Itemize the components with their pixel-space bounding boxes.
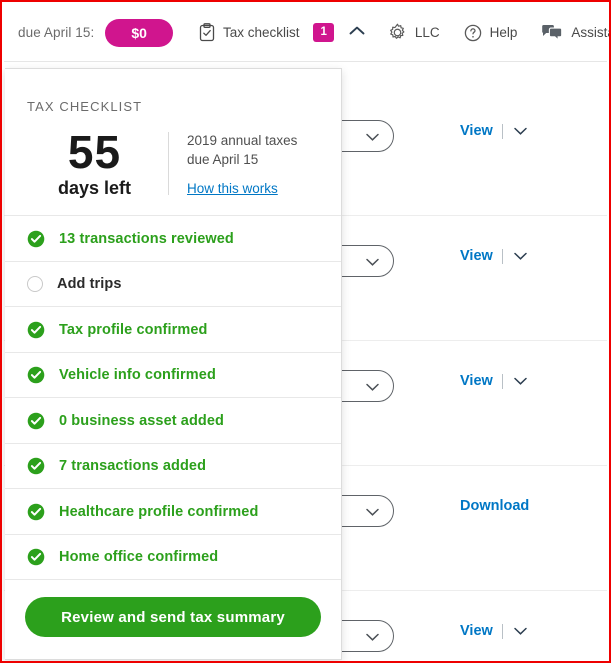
chevron-down-icon[interactable] (512, 124, 529, 138)
chevron-down-icon[interactable] (512, 249, 529, 263)
tax-amount-badge[interactable]: $0 (105, 18, 173, 47)
question-circle-icon (464, 24, 481, 41)
panel-title: TAX CHECKLIST (27, 99, 143, 114)
checklist-toggle-button[interactable] (348, 24, 366, 42)
action-divider (501, 623, 503, 639)
checklist-item-label: Tax profile confirmed (59, 321, 208, 338)
checklist-item-label: 7 transactions added (59, 458, 207, 475)
checklist-item-transactions-reviewed[interactable]: 13 transactions reviewed (5, 216, 341, 262)
top-app-bar: due April 15: $0 Tax checklist 1 LLC Hel… (4, 4, 609, 61)
chevron-up-icon (349, 26, 365, 34)
action-divider (501, 248, 503, 264)
review-and-send-tax-summary-button[interactable]: Review and send tax summary (25, 597, 321, 638)
tax-checklist-button[interactable]: Tax checklist (199, 23, 300, 42)
check-circle-icon (27, 457, 45, 475)
row-action-group: Download (460, 498, 529, 514)
chevron-down-icon[interactable] (512, 374, 529, 388)
gear-icon (389, 23, 405, 39)
checklist-item-home-office[interactable]: Home office confirmed (5, 535, 341, 581)
chevron-down-icon[interactable] (512, 624, 529, 638)
row-action-link[interactable]: Download (460, 498, 529, 514)
checklist-item-add-trips[interactable]: Add trips (5, 262, 341, 308)
help-button[interactable]: Help (464, 24, 518, 42)
checklist-item-tax-profile[interactable]: Tax profile confirmed (5, 307, 341, 353)
due-info-block: 2019 annual taxes due April 15 How this … (169, 131, 297, 196)
row-action-link[interactable]: View (460, 373, 493, 389)
help-label: Help (489, 25, 518, 40)
checklist-items: 13 transactions reviewed Add trips Tax p… (5, 215, 341, 581)
how-this-works-link[interactable]: How this works (187, 181, 297, 196)
chevron-down-icon (366, 383, 379, 391)
check-circle-icon (27, 412, 45, 429)
tax-checklist-panel: TAX CHECKLIST 55 days left 2019 annual t… (5, 68, 342, 660)
assistant-label: Assistant (571, 25, 609, 40)
row-action-group: View (460, 623, 529, 639)
days-left-summary: 55 days left 2019 annual taxes due April… (5, 114, 341, 215)
row-action-group: View (460, 373, 529, 389)
checklist-item-healthcare-profile[interactable]: Healthcare profile confirmed (5, 489, 341, 535)
checklist-item-label: Vehicle info confirmed (59, 367, 216, 384)
days-left-label: days left (57, 178, 132, 199)
clipboard-check-icon (199, 23, 215, 42)
check-circle-icon (27, 230, 45, 247)
check-circle-icon (27, 503, 45, 520)
days-left-block: 55 days left (27, 128, 168, 199)
checklist-item-label: Home office confirmed (59, 549, 219, 566)
app-screenshot-frame: View View View Download View due April 1… (0, 0, 611, 663)
checklist-item-transactions-added[interactable]: 7 transactions added (5, 444, 341, 490)
tax-checklist-label: Tax checklist (222, 25, 300, 40)
chevron-down-icon (366, 633, 379, 641)
due-line-1: 2019 annual taxes (187, 132, 298, 148)
settings-llc-button[interactable]: LLC (388, 23, 440, 42)
panel-footer: Review and send tax summary (5, 580, 341, 638)
row-action-link[interactable]: View (460, 623, 493, 639)
due-line-2: due April 15 (187, 152, 259, 168)
days-left-number: 55 (67, 126, 122, 178)
checklist-item-label: Add trips (57, 276, 122, 293)
app-bar-divider (4, 61, 607, 62)
checklist-item-label: 0 business asset added (59, 412, 224, 429)
action-divider (501, 123, 503, 139)
chevron-down-icon (366, 258, 379, 266)
checklist-item-label: Healthcare profile confirmed (59, 503, 259, 520)
chat-bubbles-icon (542, 24, 563, 41)
due-date-label: due April 15: (18, 25, 95, 40)
row-action-link[interactable]: View (460, 123, 493, 139)
empty-circle-icon (27, 276, 43, 293)
checklist-count-badge[interactable]: 1 (313, 23, 334, 42)
row-action-link[interactable]: View (460, 248, 493, 264)
check-circle-icon (27, 548, 45, 566)
assistant-button[interactable]: Assistant (541, 24, 609, 42)
checklist-item-label: 13 transactions reviewed (59, 230, 234, 247)
chevron-down-icon (366, 133, 379, 141)
action-divider (501, 373, 503, 389)
row-action-group: View (460, 123, 529, 139)
chevron-down-icon (366, 508, 379, 516)
checklist-item-vehicle-info[interactable]: Vehicle info confirmed (5, 353, 341, 399)
check-circle-icon (27, 366, 45, 384)
check-circle-icon (27, 321, 45, 338)
checklist-item-business-asset[interactable]: 0 business asset added (5, 398, 341, 444)
row-action-group: View (460, 248, 529, 264)
company-label: LLC (414, 25, 440, 40)
